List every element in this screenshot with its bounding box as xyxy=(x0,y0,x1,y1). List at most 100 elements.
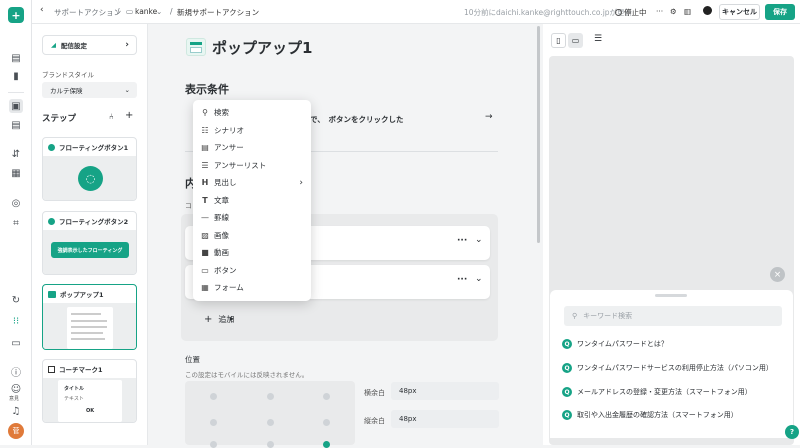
form-icon: ▦ xyxy=(201,283,209,293)
step-status-icon xyxy=(48,143,55,151)
step-card-floating-2[interactable]: フローティングボタン2 強調表示したフローティング xyxy=(42,211,137,275)
scenario-icon: ☷ xyxy=(201,125,209,135)
help-icon[interactable]: ⓘ xyxy=(9,364,23,379)
help-fab[interactable]: ? xyxy=(785,425,799,439)
menu-item-answer-list[interactable]: ☰ アンサーリスト xyxy=(193,157,311,175)
left-rail: + ▤ ▮ ▣ ▤ ⇵ ▦ ◎ ⌗ ↻ ⁝⁝ ▭ ⓘ ☺ 意見 ♫ 菅 xyxy=(0,0,32,445)
faq-item[interactable]: Q ワンタイムパスワードサービスの利用停止方法（パソコン用） xyxy=(562,363,773,373)
position-grid[interactable] xyxy=(185,381,355,448)
back-icon[interactable]: ‹ xyxy=(40,5,44,15)
question-icon: Q xyxy=(562,339,572,349)
flow-icon[interactable]: ⇵ xyxy=(9,147,23,161)
delivery-settings-button[interactable]: ◢ 配信設定 › xyxy=(42,35,137,55)
menu-item-image[interactable]: ▨ 画像 xyxy=(193,227,311,245)
chevron-down-icon[interactable]: ⌄ xyxy=(475,274,483,284)
content-subtext: コ xyxy=(185,202,192,210)
popup-preview-sheet xyxy=(67,307,113,349)
brand-style-label: ブランドスタイル xyxy=(42,71,94,79)
faq-item[interactable]: Q ワンタイムパスワードとは？ xyxy=(562,339,668,349)
breadcrumb-folder[interactable]: kanke xyxy=(135,7,157,16)
document-icon[interactable]: ▦ xyxy=(9,166,23,180)
step-card-floating-1[interactable]: フローティングボタン1 ◌ xyxy=(42,137,137,201)
search-input[interactable]: ⚲ キーワード検索 xyxy=(564,306,782,326)
feedback-icon[interactable]: ☺ xyxy=(9,382,23,396)
play-icon[interactable] xyxy=(703,6,712,15)
save-button[interactable]: 保存 xyxy=(765,4,795,20)
question-icon: Q xyxy=(562,410,572,420)
folder-icon: ▭ xyxy=(126,7,134,16)
bell-icon[interactable]: ♫ xyxy=(9,404,23,418)
menu-item-text[interactable]: T 文章 xyxy=(193,192,311,210)
mouse-cursor-icon: ▸ xyxy=(230,314,235,323)
settings-icon[interactable]: ⚙ xyxy=(670,7,677,16)
adjust-icon[interactable]: ☰ xyxy=(594,34,602,44)
more-icon[interactable]: ··· xyxy=(457,236,467,246)
more-icon[interactable]: ··· xyxy=(656,7,663,16)
close-icon[interactable]: × xyxy=(770,267,785,282)
popup-icon xyxy=(48,290,56,298)
breadcrumb-support-action[interactable]: サポートアクション xyxy=(54,7,121,18)
pause-icon xyxy=(615,9,622,16)
h-margin-field[interactable]: 48px xyxy=(391,382,499,400)
add-step-icon[interactable]: + xyxy=(125,110,133,121)
history-icon[interactable]: ↻ xyxy=(9,293,23,307)
video-icon: ■ xyxy=(201,248,209,258)
app-logo[interactable]: + xyxy=(8,7,24,23)
analytics-icon[interactable]: ▮ xyxy=(9,69,23,83)
branch-icon[interactable]: ⑃ xyxy=(109,112,114,121)
position-note: この設定はモバイルには反映されません。 xyxy=(185,371,309,379)
faq-item[interactable]: Q メールアドレスの登録・変更方法（スマートフォン用） xyxy=(562,387,752,397)
status-badge: 停止中 xyxy=(615,7,647,18)
dashboard-icon[interactable]: ▤ xyxy=(9,51,23,65)
menu-item-divider[interactable]: — 罫線 xyxy=(193,209,311,227)
step-card-popup-1[interactable]: ポップアップ1 xyxy=(42,284,137,350)
top-bar: ‹ サポートアクション / ▭ kanke ⌄ / 新規サポートアクション 10… xyxy=(32,0,800,24)
drag-handle[interactable] xyxy=(655,294,687,297)
h-margin-label: 横余白 xyxy=(364,389,385,397)
preview-window-icon[interactable]: ▭ xyxy=(9,336,23,350)
feedback-label: 意見 xyxy=(9,396,20,402)
question-icon: Q xyxy=(562,363,572,373)
support-icon[interactable]: ◎ xyxy=(9,196,23,210)
menu-item-search[interactable]: ⚲ 検索 xyxy=(193,104,311,122)
brand-style-select[interactable]: カルテ保険 ⌄ xyxy=(42,82,137,98)
v-margin-field[interactable]: 48px xyxy=(391,410,499,428)
breadcrumb-sep-icon: / xyxy=(170,7,173,16)
menu-item-form[interactable]: ▦ フォーム xyxy=(193,279,311,297)
bulb-icon: ◌ xyxy=(78,166,103,191)
step-card-preview: 強調表示したフローティング xyxy=(43,230,136,274)
menu-item-video[interactable]: ■ 動画 xyxy=(193,244,311,262)
menu-item-heading[interactable]: H 見出し › xyxy=(193,174,311,192)
avatar[interactable]: 菅 xyxy=(8,423,24,439)
question-icon: Q xyxy=(562,387,572,397)
step-card-coachmark-1[interactable]: コーチマーク1 タイトル テキスト OK xyxy=(42,359,137,423)
desktop-view-button[interactable]: ▭ xyxy=(568,33,583,48)
breadcrumb-sep-icon: / xyxy=(117,7,120,16)
step-card-preview: タイトル テキスト OK xyxy=(43,378,136,422)
chevron-down-icon[interactable]: ⌄ xyxy=(156,7,162,16)
more-icon[interactable]: ··· xyxy=(457,275,467,285)
chart-icon[interactable]: ▥ xyxy=(684,7,691,16)
arrow-right-icon[interactable]: → xyxy=(485,112,493,122)
preview-pane: ▯ ▭ ☰ × ⚲ キーワード検索 xyxy=(543,24,800,445)
list-icon: ☰ xyxy=(201,160,209,170)
popup-type-icon xyxy=(186,38,206,56)
steps-panel: ◢ 配信設定 › ブランドスタイル カルテ保険 ⌄ ステップ ⑃ + フローティ… xyxy=(32,24,148,445)
tag-icon[interactable]: ⌗ xyxy=(9,216,23,230)
content-icon[interactable]: ▤ xyxy=(9,118,23,132)
faq-item[interactable]: Q 取引や入出金履歴の確認方法（スマートフォン用） xyxy=(562,410,738,420)
menu-item-button[interactable]: ▭ ボタン xyxy=(193,262,311,280)
step-card-preview xyxy=(43,303,136,349)
menu-item-scenario[interactable]: ☷ シナリオ xyxy=(193,122,311,140)
editor-scrollbar[interactable] xyxy=(537,26,540,243)
menu-item-answer[interactable]: ▤ アンサー xyxy=(193,139,311,157)
add-content-menu: ⚲ 検索 ☷ シナリオ ▤ アンサー ☰ アンサーリスト H 見出し › T 文章 — 罫線 ▨… xyxy=(193,100,311,301)
chevron-down-icon[interactable]: ⌄ xyxy=(475,235,483,245)
floating-preview-button: 強調表示したフローティング xyxy=(51,242,129,258)
mobile-view-button[interactable]: ▯ xyxy=(551,33,566,48)
v-margin-label: 縦余白 xyxy=(364,417,385,425)
apps-icon[interactable]: ⁝⁝ xyxy=(9,314,23,328)
cancel-button[interactable]: キャンセル xyxy=(719,4,760,20)
support-action-icon[interactable]: ▣ xyxy=(9,99,23,113)
divider-icon: — xyxy=(201,213,209,223)
